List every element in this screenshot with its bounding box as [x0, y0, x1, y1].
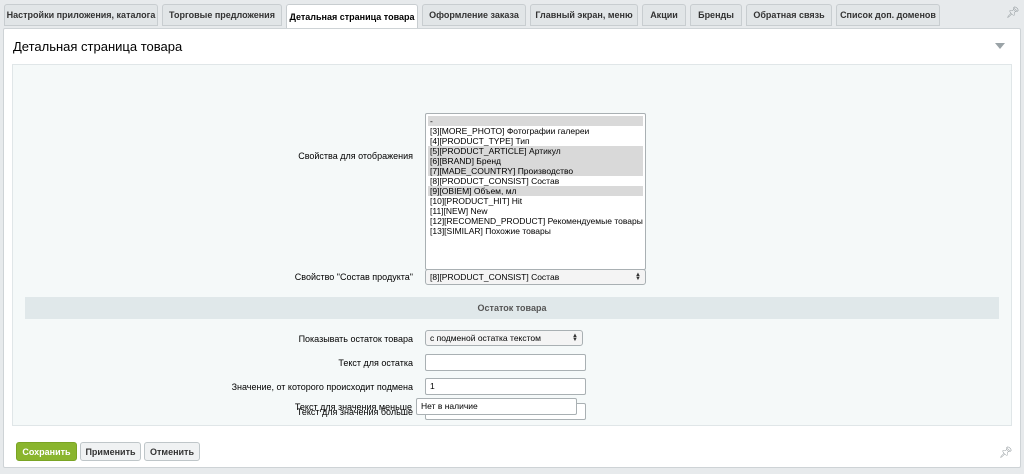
stock-text-input[interactable]	[425, 354, 586, 371]
tab-domains[interactable]: Список доп. доменов	[836, 4, 940, 26]
pin-icon[interactable]: 📌︎	[1006, 6, 1020, 19]
cancel-button[interactable]: Отменить	[144, 442, 200, 461]
stock-section-header: Остаток товара	[25, 297, 999, 319]
settings-form: Свойства для отображения - [3][MORE_PHOTO…	[12, 64, 1012, 426]
props-option[interactable]: [8][PRODUCT_CONSIST] Состав	[428, 176, 643, 186]
panel-title: Детальная страница товара	[13, 39, 183, 54]
tab-feedback[interactable]: Обратная связь	[746, 4, 832, 26]
props-option[interactable]: [5][PRODUCT_ARTICLE] Артикул	[428, 146, 643, 156]
props-option[interactable]: [11][NEW] New	[428, 206, 643, 216]
props-option[interactable]: [12][RECOMEND_PRODUCT] Рекомендуемые тов…	[428, 216, 643, 226]
tab-product-detail[interactable]: Детальная страница товара	[286, 4, 418, 29]
consist-prop-value: [8][PRODUCT_CONSIST] Состав	[430, 272, 560, 282]
tab-bar: Настройки приложения, каталога Торговые …	[0, 0, 1024, 29]
tab-main-screen[interactable]: Главный экран, меню	[530, 4, 638, 26]
tab-app-settings[interactable]: Настройки приложения, каталога	[4, 4, 158, 26]
props-option[interactable]: -	[428, 116, 643, 126]
tab-checkout[interactable]: Оформление заказа	[422, 4, 526, 26]
props-option[interactable]: [10][PRODUCT_HIT] Hit	[428, 196, 643, 206]
props-option[interactable]: [9][OBIEM] Объем, мл	[428, 186, 643, 196]
show-stock-label: Показывать остаток товара	[298, 334, 413, 344]
consist-prop-select[interactable]: [8][PRODUCT_CONSIST] Состав ▲ ▼	[425, 269, 646, 285]
select-arrows-icon: ▲ ▼	[572, 333, 578, 343]
props-option[interactable]: [4][PRODUCT_TYPE] Тип	[428, 136, 643, 146]
consist-prop-label: Свойство "Состав продукта"	[294, 272, 413, 282]
props-option[interactable]: [6][BRAND] Бренд	[428, 156, 643, 166]
settings-panel: Детальная страница товара Свойства для о…	[3, 28, 1021, 468]
threshold-label: Значение, от которого происходит подмена	[231, 382, 413, 392]
props-option[interactable]: [3][MORE_PHOTO] Фотографии галереи	[428, 126, 643, 136]
pin-icon[interactable]: 📌︎	[999, 446, 1013, 459]
text-less-label: Текст для значения меньше	[294, 402, 412, 412]
apply-button[interactable]: Применить	[80, 442, 141, 461]
save-button[interactable]: Сохранить	[16, 442, 77, 461]
show-stock-value: с подменой остатка текстом	[430, 333, 541, 343]
stock-text-label: Текст для остатка	[338, 358, 413, 368]
props-display-label: Свойства для отображения	[298, 151, 413, 161]
show-stock-select[interactable]: с подменой остатка текстом ▲ ▼	[425, 330, 583, 346]
props-option[interactable]: [7][MADE_COUNTRY] Производство	[428, 166, 643, 176]
tab-brands[interactable]: Бренды	[690, 4, 742, 26]
select-arrows-icon: ▲ ▼	[635, 272, 641, 282]
chevron-down-icon[interactable]	[995, 43, 1005, 49]
props-display-listbox[interactable]: - [3][MORE_PHOTO] Фотографии галереи [4][P…	[425, 113, 646, 270]
tab-promotions[interactable]: Акции	[642, 4, 686, 26]
props-option[interactable]: [13][SIMILAR] Похожие товары	[428, 226, 643, 236]
text-less-input[interactable]: Нет в наличие	[416, 398, 577, 415]
tab-trade-offers[interactable]: Торговые предложения	[162, 4, 282, 26]
threshold-input[interactable]: 1	[425, 378, 586, 395]
